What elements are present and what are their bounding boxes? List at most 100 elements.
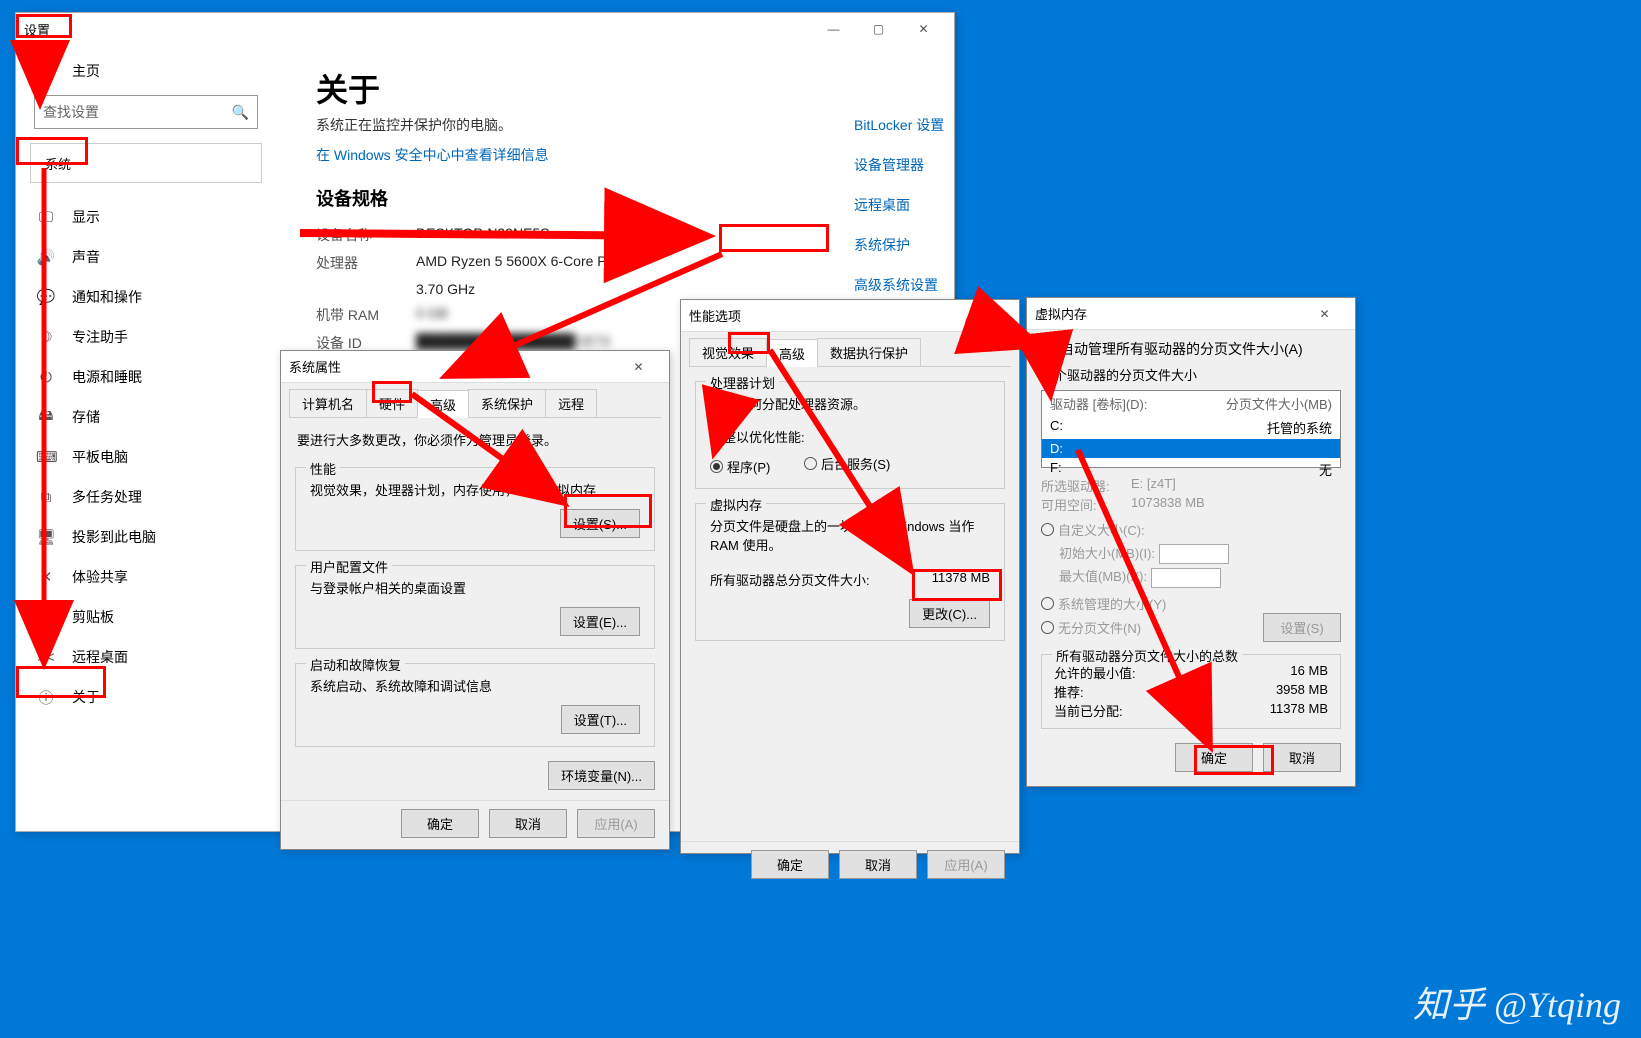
col-drive: 驱动器 [卷标](D):: [1050, 394, 1226, 413]
sidebar-item-icon: ⏻: [36, 369, 56, 386]
sel-drive-v: E: [z4T]: [1131, 476, 1176, 495]
virtual-memory-dialog: 虚拟内存 ✕ ✓ 自动管理所有驱动器的分页文件大小(A) 每个驱动器的分页文件大…: [1026, 297, 1356, 787]
tab-远程[interactable]: 远程: [545, 389, 597, 417]
tab-计算机名[interactable]: 计算机名: [289, 389, 367, 417]
sidebar-item-icon: ⧉: [36, 489, 56, 506]
sidebar-item-8[interactable]: 🖥投影到此电脑: [16, 517, 276, 557]
sidebar-item-12[interactable]: ⓘ 关于: [16, 677, 276, 717]
perf-group: 性能 视觉效果，处理器计划，内存使用，以及虚拟内存 设置(S)...: [295, 467, 655, 551]
sidebar-item-6[interactable]: ⌨平板电脑: [16, 437, 276, 477]
sidebar-item-2[interactable]: 💬 通知和操作: [16, 277, 276, 317]
radio-programs[interactable]: 程序(P): [710, 457, 770, 476]
cancel-button[interactable]: 取消: [839, 850, 917, 879]
link-system-protection[interactable]: 系统保护: [854, 235, 1054, 255]
sidebar-item-1[interactable]: 🔊 声音: [16, 237, 276, 277]
close-button[interactable]: ✕: [966, 301, 1011, 331]
vmem-total-label: 所有驱动器总分页文件大小:: [710, 570, 870, 589]
cur-v: 11378 MB: [1270, 701, 1328, 720]
tab-高级[interactable]: 高级: [417, 390, 469, 418]
tab-高级[interactable]: 高级: [766, 339, 818, 367]
ok-button[interactable]: 确定: [401, 809, 479, 838]
radio-icon: [1041, 523, 1054, 536]
minimize-button[interactable]: —: [811, 14, 856, 44]
tab-视觉效果[interactable]: 视觉效果: [689, 338, 767, 366]
close-button[interactable]: ✕: [901, 14, 946, 44]
sidebar-item-label: 声音: [72, 247, 100, 267]
security-center-link[interactable]: 在 Windows 安全中心中查看详细信息: [316, 145, 914, 165]
radio-custom-size: 自定义大小(C):: [1041, 520, 1145, 539]
apply-button[interactable]: 应用(A): [927, 850, 1005, 879]
radio-label: 无分页文件(N): [1058, 618, 1141, 637]
sidebar-item-5[interactable]: 🖴存储: [16, 397, 276, 437]
vmem-change-button[interactable]: 更改(C)...: [909, 599, 990, 628]
vmem-total-value: 11378 MB: [932, 570, 990, 589]
link-remote-desktop[interactable]: 远程桌面: [854, 195, 1054, 215]
spec-key: 机带 RAM: [316, 305, 416, 325]
perfopts-title: 性能选项: [689, 306, 966, 325]
vmem-legend: 虚拟内存: [706, 495, 766, 514]
set-button: 设置(S): [1263, 613, 1341, 642]
sidebar-item-label: 远程桌面: [72, 647, 128, 667]
vmem-desc: 分页文件是硬盘上的一块区域，Windows 当作 RAM 使用。: [710, 516, 990, 554]
sysprops-tabs: 计算机名硬件高级系统保护远程: [289, 389, 661, 418]
min-k: 允许的最小值:: [1054, 663, 1290, 682]
drive-row[interactable]: C:托管的系统: [1042, 416, 1340, 439]
search-input[interactable]: 查找设置 🔍: [34, 95, 258, 129]
sidebar-home[interactable]: ⌂ 主页: [16, 51, 276, 91]
tab-硬件[interactable]: 硬件: [366, 389, 418, 417]
ok-button[interactable]: 确定: [1175, 743, 1253, 772]
sidebar-item-3[interactable]: ☽专注助手: [16, 317, 276, 357]
close-button[interactable]: ✕: [616, 352, 661, 382]
sidebar-item-9[interactable]: ✕体验共享: [16, 557, 276, 597]
sidebar-item-7[interactable]: ⧉ 多任务处理: [16, 477, 276, 517]
spec-key: 处理器: [316, 253, 416, 273]
settings-title: 设置: [24, 20, 811, 39]
sidebar-item-label: 多任务处理: [72, 487, 142, 507]
cancel-button[interactable]: 取消: [1263, 743, 1341, 772]
sidebar-item-icon: 💬: [36, 288, 56, 306]
totals-legend: 所有驱动器分页文件大小的总数: [1052, 646, 1242, 665]
maximize-button[interactable]: ▢: [856, 14, 901, 44]
drive-row[interactable]: D:: [1042, 439, 1340, 458]
init-k: 初始大小(MB)(I):: [1059, 546, 1155, 561]
vmem-group: 虚拟内存 分页文件是硬盘上的一块区域，Windows 当作 RAM 使用。 所有…: [695, 503, 1005, 641]
sidebar-item-10[interactable]: 📋剪贴板: [16, 597, 276, 637]
sidebar-item-icon: ⓘ: [36, 687, 56, 708]
profile-group: 用户配置文件 与登录帐户相关的桌面设置 设置(E)...: [295, 565, 655, 649]
sidebar-item-icon: 🖵: [36, 209, 56, 226]
min-v: 16 MB: [1290, 663, 1328, 682]
startup-settings-button[interactable]: 设置(T)...: [561, 705, 640, 734]
close-button[interactable]: ✕: [1302, 299, 1347, 329]
link-bitlocker[interactable]: BitLocker 设置: [854, 115, 1054, 135]
env-vars-button[interactable]: 环境变量(N)...: [548, 761, 655, 790]
sidebar-item-11[interactable]: ><远程桌面: [16, 637, 276, 677]
cancel-button[interactable]: 取消: [489, 809, 567, 838]
perf-settings-button[interactable]: 设置(S)...: [560, 509, 640, 538]
perfopts-tabs: 视觉效果高级数据执行保护: [689, 338, 1011, 367]
sidebar-item-label: 通知和操作: [72, 287, 142, 307]
init-size-input: [1159, 544, 1229, 564]
rec-k: 推荐:: [1054, 682, 1276, 701]
profile-settings-button[interactable]: 设置(E)...: [560, 607, 640, 636]
sidebar-item-4[interactable]: ⏻电源和睡眠: [16, 357, 276, 397]
sidebar-item-0[interactable]: 🖵显示: [16, 197, 276, 237]
tab-系统保护[interactable]: 系统保护: [468, 389, 546, 417]
ok-button[interactable]: 确定: [751, 850, 829, 879]
auto-manage-label: 自动管理所有驱动器的分页文件大小(A): [1060, 339, 1303, 359]
link-device-manager[interactable]: 设备管理器: [854, 155, 1054, 175]
cur-k: 当前已分配:: [1054, 701, 1270, 720]
sidebar-item-label: 平板电脑: [72, 447, 128, 467]
sidebar-item-label: 存储: [72, 407, 100, 427]
auto-manage-checkbox[interactable]: ✓ 自动管理所有驱动器的分页文件大小(A): [1041, 339, 1303, 359]
radio-icon: [710, 460, 723, 473]
apply-button[interactable]: 应用(A): [577, 809, 655, 838]
sidebar-item-icon: 🔊: [36, 248, 56, 266]
link-advanced-system-settings[interactable]: 高级系统设置: [854, 275, 1054, 295]
sidebar-item-label: 关于: [72, 687, 100, 707]
sidebar-item-icon: 🖥: [36, 528, 56, 546]
drive-list[interactable]: 驱动器 [卷标](D): 分页文件大小(MB) C:托管的系统D:F:无: [1041, 390, 1341, 468]
radio-services[interactable]: 后台服务(S): [804, 454, 890, 473]
tab-数据执行保护[interactable]: 数据执行保护: [817, 338, 921, 366]
each-drive-label: 每个驱动器的分页文件大小: [1027, 361, 1355, 388]
rec-v: 3958 MB: [1276, 682, 1328, 701]
